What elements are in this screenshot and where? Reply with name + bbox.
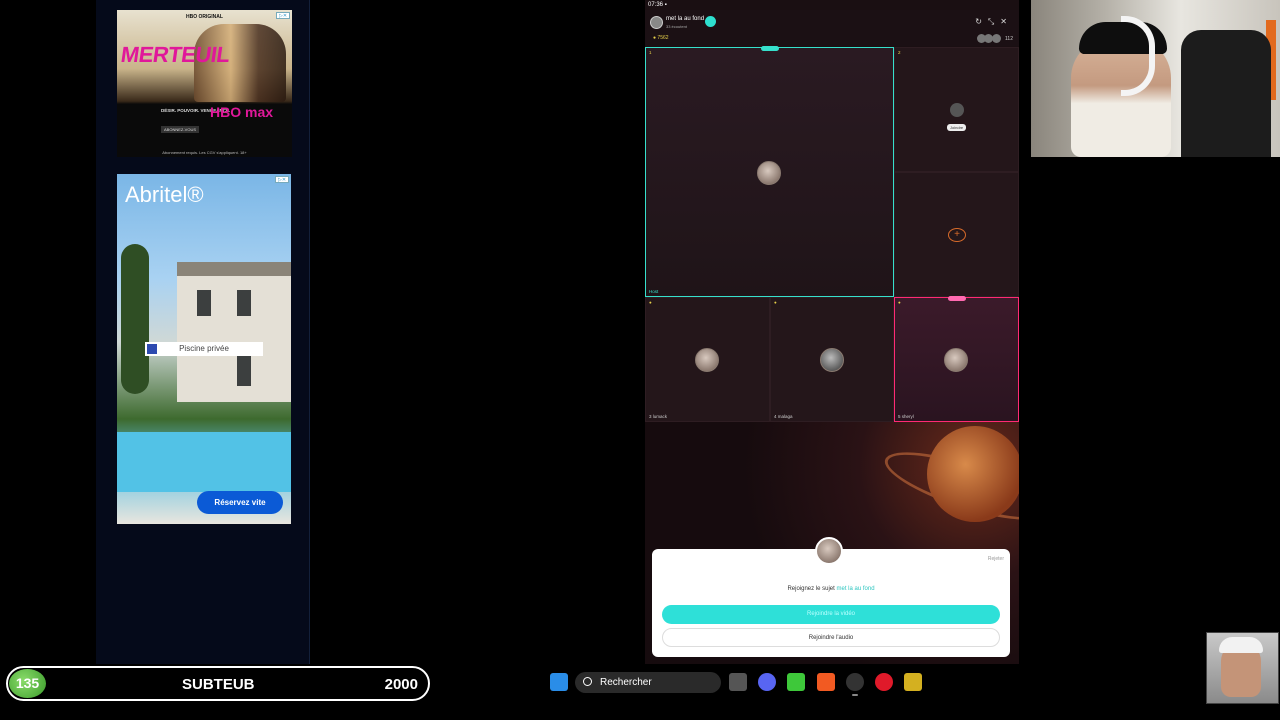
minimize-icon[interactable]: ⤡ xyxy=(988,17,1000,26)
app-icon-green[interactable] xyxy=(787,673,805,691)
abritel-ad[interactable]: Abritel® Piscine privée Réservez vite ▷✕ xyxy=(117,174,291,524)
join-video-button[interactable]: Rejoindre la vidéo xyxy=(662,605,1000,624)
sub-goal-bar: 135 SUBTEUB 2000 xyxy=(6,666,430,701)
secondary-webcam xyxy=(1206,632,1279,704)
participant-avatar[interactable] xyxy=(944,348,968,372)
join-prompt: Rejoignez le sujet met la au fond xyxy=(652,586,1010,592)
viewer-list[interactable]: 112 xyxy=(976,34,1013,43)
join-prompt-text: Rejoignez le sujet xyxy=(787,586,835,592)
join-topic-dialog: Rejeter Rejoignez le sujet met la au fon… xyxy=(652,537,1010,657)
coin-value: 7562 xyxy=(657,35,669,41)
crown-icon xyxy=(948,296,966,301)
join-prompt-topic[interactable]: met la au fond xyxy=(837,586,875,592)
ad-hbo-top: HBO ORIGINAL xyxy=(186,14,223,20)
streamer-webcam xyxy=(1031,0,1280,157)
room-title: met la au fond xyxy=(666,16,705,22)
cap xyxy=(1219,637,1263,653)
room-avatar[interactable] xyxy=(650,16,663,29)
seat-tile-4[interactable]: ● 4 malaga xyxy=(770,297,894,422)
seat-tile-5[interactable]: ● 5 sheryl xyxy=(894,296,1019,422)
ad-hbo-subscribe[interactable]: ABONNEZ-VOUS xyxy=(161,126,200,133)
participant-name: 3 lumack xyxy=(649,414,668,419)
close-icon[interactable]: ✕ xyxy=(1000,17,1013,26)
sub-goal-label: SUBTEUB xyxy=(182,676,255,693)
coin-count: ● 7562 xyxy=(653,35,669,41)
seat-tile-3[interactable]: ● 3 lumack xyxy=(645,297,770,422)
task-view-icon[interactable] xyxy=(729,673,747,691)
search-icon xyxy=(583,677,592,686)
tile-rank: ● xyxy=(898,300,901,305)
host-tile[interactable]: 1 Host xyxy=(645,46,894,297)
room-subtitle: 33 écoutent xyxy=(666,24,687,29)
ad-abritel-feature: Piscine privée xyxy=(145,342,263,356)
host-label: Host xyxy=(649,289,659,294)
inviter-avatar xyxy=(815,537,843,565)
ad-abritel-pool xyxy=(117,432,291,492)
sub-goal-target: 2000 xyxy=(384,676,418,693)
join-seat-button[interactable]: Joindre xyxy=(947,124,967,131)
brave-icon[interactable] xyxy=(817,673,835,691)
dismiss-button[interactable]: Rejeter xyxy=(988,556,1004,562)
ad-abritel-house xyxy=(177,262,291,402)
ad-hbo-brand: HBO max xyxy=(210,104,274,120)
planet-graphic xyxy=(927,426,1019,522)
ad-abritel-tree xyxy=(121,244,149,394)
share-icon[interactable]: ↻ xyxy=(975,17,988,26)
participant-name: 5 sheryl xyxy=(898,414,914,419)
adchoices-icon[interactable]: ▷✕ xyxy=(276,12,290,19)
viewer-avatar xyxy=(991,34,1001,43)
follow-button[interactable] xyxy=(705,16,716,27)
tile-rank: 1 xyxy=(649,50,652,55)
seat-tile-2[interactable]: 2 Joindre xyxy=(894,47,1019,172)
participant-name: 4 malaga xyxy=(774,414,793,419)
gaming-chair xyxy=(1181,30,1271,157)
tile-rank: ● xyxy=(649,300,652,305)
sub-count: 135 xyxy=(9,669,46,698)
taskbar: Rechercher xyxy=(540,668,940,698)
ad-hbo-title: MERTEUIL xyxy=(119,42,232,67)
discord-icon[interactable] xyxy=(758,673,776,691)
viewer-count: 112 xyxy=(1005,35,1013,42)
search-placeholder: Rechercher xyxy=(600,677,652,688)
ad-abritel-cta-button[interactable]: Réservez vite xyxy=(197,491,283,514)
windows-start-icon[interactable] xyxy=(550,673,568,691)
app-icon-yellow[interactable] xyxy=(904,673,922,691)
hbo-ad[interactable]: HBO ORIGINAL MERTEUIL DÉSIR. POUVOIR. VE… xyxy=(117,10,292,157)
clock: 07:36 xyxy=(648,2,664,8)
header-controls: ↻⤡✕ xyxy=(975,17,1013,27)
host-avatar[interactable] xyxy=(757,161,781,185)
ad-hbo-fineprint: Abonnement requis. Les CGV s'appliquent.… xyxy=(162,150,247,155)
pin-icon xyxy=(147,344,157,354)
status-bar: 07:36 ▪ xyxy=(648,2,667,8)
taskbar-search[interactable]: Rechercher xyxy=(575,672,721,693)
adchoices-icon[interactable]: ▷✕ xyxy=(275,176,289,183)
crown-icon xyxy=(761,46,779,51)
tile-rank: ● xyxy=(774,300,777,305)
room-header: met la au fond 33 écoutent ● 7562 ↻⤡✕ 11… xyxy=(645,10,1019,46)
obs-icon[interactable] xyxy=(846,673,864,691)
youtube-icon[interactable] xyxy=(875,673,893,691)
screen: HBO ORIGINAL MERTEUIL DÉSIR. POUVOIR. VE… xyxy=(0,0,1280,720)
add-seat-icon[interactable]: + xyxy=(948,228,966,242)
house-window xyxy=(237,290,251,316)
ad-abritel-brand: Abritel® xyxy=(125,182,204,207)
participant-avatar[interactable] xyxy=(695,348,719,372)
active-indicator xyxy=(852,694,858,696)
house-window xyxy=(197,290,211,316)
tile-rank: 2 xyxy=(898,50,901,55)
mic-icon xyxy=(950,103,964,117)
join-audio-button[interactable]: Rejoindre l'audio xyxy=(662,628,1000,647)
seat-tile-empty[interactable]: + xyxy=(894,172,1019,297)
participant-avatar[interactable] xyxy=(820,348,844,372)
